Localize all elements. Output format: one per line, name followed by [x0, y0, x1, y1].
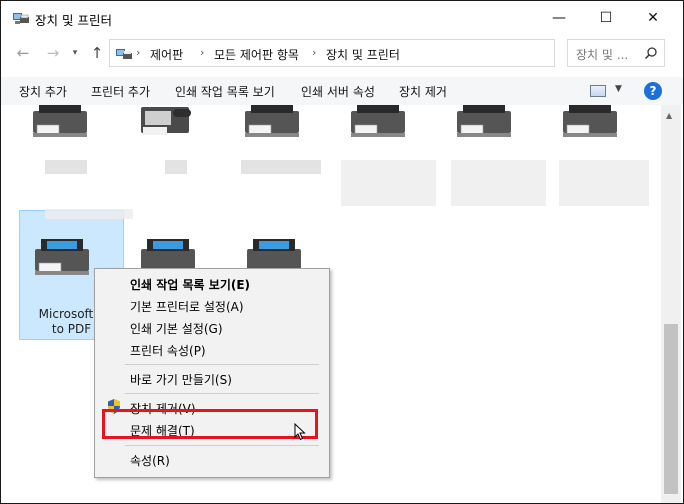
vertical-scrollbar[interactable]: ▲	[661, 105, 681, 503]
add-device-button[interactable]: 장치 추가	[19, 83, 67, 100]
troubleshoot-highlight-box	[102, 409, 318, 439]
menu-item-printing-preferences[interactable]: 인쇄 기본 설정(G)	[130, 320, 223, 337]
blurred-label	[451, 160, 546, 206]
title-bar: 장치 및 프린터 — ☐ ✕	[1, 1, 683, 35]
maximize-button[interactable]: ☐	[583, 1, 629, 35]
close-button[interactable]: ✕	[630, 1, 676, 35]
mouse-pointer-icon	[294, 423, 306, 441]
menu-item-create-shortcut[interactable]: 바로 가기 만들기(S)	[130, 371, 232, 388]
back-arrow-icon[interactable]: ←	[13, 43, 33, 63]
printer-icon[interactable]	[559, 105, 621, 147]
scrollbar-thumb[interactable]	[664, 324, 678, 494]
breadcrumb-devices-printers[interactable]: 장치 및 프린터	[326, 46, 400, 63]
blurred-label	[341, 160, 436, 206]
blurred-label	[559, 160, 649, 206]
menu-item-printer-properties[interactable]: 프린터 속성(P)	[130, 342, 206, 359]
breadcrumb-control-panel[interactable]: 제어판	[150, 46, 183, 63]
context-menu: 인쇄 작업 목록 보기(E) 기본 프린터로 설정(A) 인쇄 기본 설정(G)…	[94, 268, 330, 478]
view-options-chevron-icon[interactable]: ▼	[615, 84, 622, 94]
recent-locations-chevron-icon[interactable]: ▾	[65, 43, 85, 63]
scroll-up-arrow-icon[interactable]: ▲	[666, 111, 672, 120]
menu-separator	[125, 364, 319, 365]
see-print-queue-button[interactable]: 인쇄 작업 목록 보기	[175, 83, 275, 100]
pdf-printer-icon[interactable]	[31, 235, 93, 285]
blurred-label	[165, 160, 187, 174]
fax-icon[interactable]	[135, 105, 197, 147]
breadcrumb-all-items[interactable]: 모든 제어판 항목	[214, 46, 299, 63]
menu-item-set-default[interactable]: 기본 프린터로 설정(A)	[130, 298, 244, 315]
search-box[interactable]: 장치 및 ...	[567, 39, 665, 67]
blurred-label	[45, 209, 133, 219]
blurred-label	[45, 160, 87, 174]
control-panel-icon	[116, 49, 132, 59]
change-view-icon[interactable]	[590, 85, 606, 97]
devices-printers-window: 장치 및 프린터 — ☐ ✕ ← → ▾ ↑ › 제어판 › 모든 제어판 항목…	[0, 0, 684, 504]
remove-device-button[interactable]: 장치 제거	[399, 83, 447, 100]
menu-separator	[125, 393, 319, 394]
menu-separator	[125, 445, 319, 446]
printer-icon[interactable]	[241, 105, 303, 147]
printer-icon[interactable]	[347, 105, 409, 147]
help-icon[interactable]: ?	[644, 82, 662, 100]
add-printer-button[interactable]: 프린터 추가	[91, 83, 150, 100]
blurred-label	[241, 160, 321, 174]
forward-arrow-icon[interactable]: →	[43, 43, 63, 63]
printer-icon[interactable]	[453, 105, 515, 147]
breadcrumb-separator-icon: ›	[200, 46, 205, 59]
menu-item-properties[interactable]: 속성(R)	[130, 452, 170, 469]
devices-printers-icon	[13, 13, 29, 24]
search-placeholder: 장치 및 ...	[576, 48, 629, 62]
printer-icon[interactable]	[29, 105, 91, 147]
window-title: 장치 및 프린터	[35, 13, 112, 28]
breadcrumb-separator-icon: ›	[312, 46, 317, 59]
print-server-properties-button[interactable]: 인쇄 서버 속성	[301, 83, 375, 100]
menu-item-see-print-queue[interactable]: 인쇄 작업 목록 보기(E)	[130, 276, 250, 293]
minimize-button[interactable]: —	[536, 1, 582, 35]
up-arrow-icon[interactable]: ↑	[87, 43, 107, 63]
command-bar: 장치 추가 프린터 추가 인쇄 작업 목록 보기 인쇄 서버 속성 장치 제거 …	[1, 77, 683, 105]
search-icon[interactable]	[644, 46, 658, 60]
navigation-row: ← → ▾ ↑ › 제어판 › 모든 제어판 항목 › 장치 및 프린터 ▾ ↻…	[1, 37, 683, 69]
breadcrumb-separator-icon: ›	[136, 46, 141, 59]
address-bar[interactable]: › 제어판 › 모든 제어판 항목 › 장치 및 프린터 ▾ ↻	[109, 39, 652, 67]
